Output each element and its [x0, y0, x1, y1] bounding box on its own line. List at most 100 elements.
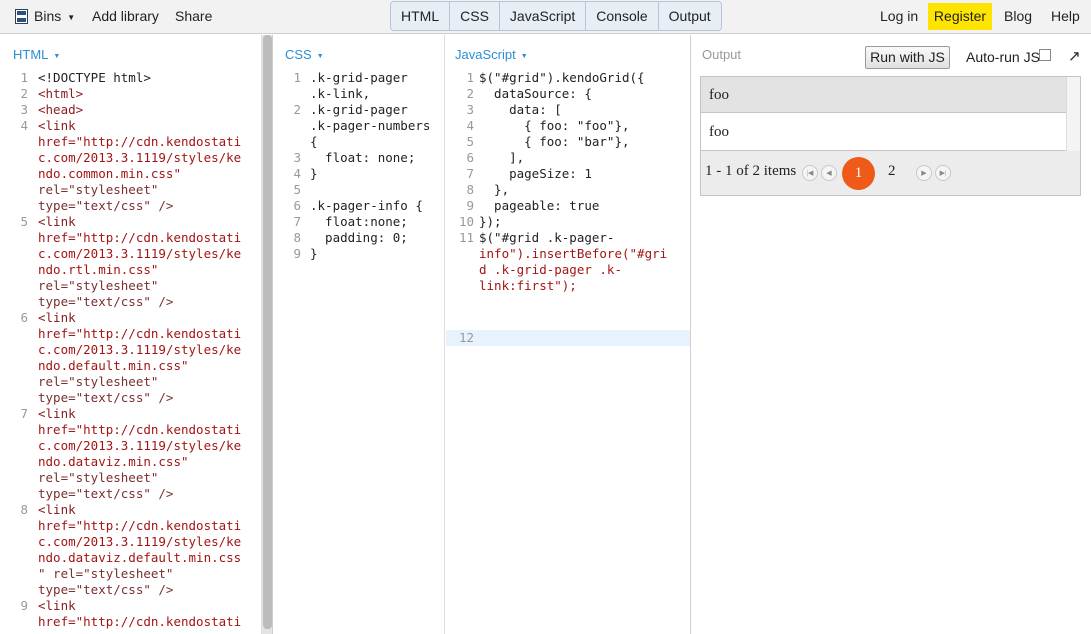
code-line: {	[310, 134, 318, 149]
code-line: d .k-grid-pager .k-	[479, 262, 622, 277]
code-line: }	[310, 166, 318, 181]
javascript-editor[interactable]: 1 2 3 4 5 6 7 8 9 10 11 12 $("#grid").ke…	[446, 70, 690, 370]
code-line: data: [	[479, 102, 562, 117]
tab-output[interactable]: Output	[658, 2, 721, 30]
line-number: 7	[293, 214, 301, 229]
code-line: rel="stylesheet"	[38, 278, 159, 293]
code-line: href="http://cdn.kendostati	[38, 614, 242, 629]
page-link[interactable]: 2	[888, 163, 896, 180]
add-library-button[interactable]: Add library	[92, 0, 159, 33]
code-line: ndo.common.min.css"	[38, 166, 181, 181]
line-number: 2	[20, 86, 28, 101]
kendo-grid: foo foo 1 - 1 of 2 items |◀ ◀ 1 2 ▶ ▶|	[700, 76, 1081, 196]
chevron-down-icon: ▼	[520, 53, 528, 60]
line-number: 1	[20, 70, 28, 85]
code-line: rel="stylesheet"	[38, 182, 159, 197]
code-line: dataSource: {	[479, 86, 592, 101]
tab-html[interactable]: HTML	[391, 2, 451, 30]
line-number: 7	[20, 406, 28, 421]
code-line: c.com/2013.3.1119/styles/ke	[38, 438, 242, 453]
chevron-down-icon: ▼	[316, 53, 324, 60]
active-line-highlight	[446, 330, 690, 346]
tab-javascript[interactable]: JavaScript	[499, 2, 587, 30]
code-line: type="text/css" />	[38, 486, 174, 501]
code-line: " rel="stylesheet"	[38, 566, 174, 581]
javascript-panel-menu[interactable]: JavaScript ▼	[455, 47, 528, 62]
line-number: 11	[458, 230, 474, 245]
html-scrollbar[interactable]	[263, 35, 272, 629]
line-number: 7	[466, 166, 474, 181]
blog-link[interactable]: Blog	[1004, 0, 1032, 33]
line-number: 5	[293, 182, 301, 197]
run-with-js-button[interactable]: Run with JS	[865, 46, 950, 69]
previous-page-icon[interactable]: ◀	[821, 165, 837, 181]
line-number: 8	[20, 502, 28, 517]
first-page-icon[interactable]: |◀	[802, 165, 818, 181]
code-line: <link	[38, 310, 76, 325]
next-page-icon[interactable]: ▶	[916, 165, 932, 181]
line-number: 12	[458, 330, 474, 345]
top-bar: Bins ▼ Add library Share HTML CSS JavaScr…	[0, 0, 1091, 34]
output-panel-title: Output	[702, 47, 742, 62]
register-button[interactable]: Register	[928, 3, 992, 30]
css-panel: CSS ▼ 1 2 3 4 5 6 7 8 9 .k-grid-pager .k-…	[273, 35, 445, 634]
code-line: padding: 0;	[310, 230, 408, 245]
line-number: 3	[20, 102, 28, 117]
chevron-down-icon: ▼	[53, 53, 61, 60]
line-number: 6	[466, 150, 474, 165]
help-link[interactable]: Help	[1051, 0, 1080, 33]
code-line: link:first");	[479, 278, 577, 293]
grid-pager: 1 - 1 of 2 items |◀ ◀ 1 2 ▶ ▶|	[701, 151, 1080, 195]
code-line: type="text/css" />	[38, 294, 174, 309]
grid-scrollbar[interactable]	[1066, 77, 1080, 151]
bins-label: Bins	[34, 8, 62, 24]
html-panel-menu[interactable]: HTML ▼	[13, 47, 60, 62]
code-line: .k-pager-numbers	[310, 118, 431, 133]
line-number: 6	[20, 310, 28, 325]
html-panel: HTML ▼ 1 2 3 4 5 6 7 8 9 <!DOCTYPE html> …	[0, 35, 262, 634]
line-number: 8	[466, 182, 474, 197]
code-line: pageSize: 1	[479, 166, 592, 181]
code-line: <head>	[38, 102, 84, 117]
pager-info: 1 - 1 of 2 items	[705, 163, 797, 179]
line-number: 2	[466, 86, 474, 101]
line-number: 9	[20, 598, 28, 613]
line-number: 1	[293, 70, 301, 85]
code-line: .k-link,	[310, 86, 371, 101]
line-number: 10	[458, 214, 474, 229]
line-number: 8	[293, 230, 301, 245]
line-number: 4	[293, 166, 301, 181]
code-line: ndo.default.min.css"	[38, 358, 189, 373]
share-button[interactable]: Share	[175, 0, 212, 33]
code-line: { foo: "foo"},	[479, 118, 630, 133]
tab-css[interactable]: CSS	[450, 2, 500, 30]
code-line: c.com/2013.3.1119/styles/ke	[38, 246, 242, 261]
css-panel-menu[interactable]: CSS ▼	[285, 47, 324, 62]
code-line: .k-grid-pager	[310, 70, 408, 85]
code-line: .k-grid-pager	[310, 102, 408, 117]
code-line: <html>	[38, 86, 84, 101]
expand-icon[interactable]: ↗	[1068, 47, 1081, 65]
line-number: 3	[293, 150, 301, 165]
login-link[interactable]: Log in	[880, 0, 918, 33]
autorun-checkbox[interactable]	[1039, 49, 1051, 61]
line-number: 3	[466, 102, 474, 117]
bins-menu[interactable]: Bins ▼	[34, 0, 75, 33]
code-line: rel="stylesheet"	[38, 374, 159, 389]
code-line: type="text/css" />	[38, 198, 174, 213]
line-number: 5	[466, 134, 474, 149]
panel-tabs: HTML CSS JavaScript Console Output	[390, 1, 722, 31]
grid-column-header[interactable]: foo	[701, 77, 1066, 113]
line-number: 4	[466, 118, 474, 133]
code-line: ndo.rtl.min.css"	[38, 262, 159, 277]
code-line: <link	[38, 598, 76, 613]
code-line: float:none;	[310, 214, 408, 229]
code-line: },	[479, 182, 510, 197]
line-number: 1	[466, 70, 474, 85]
tab-console[interactable]: Console	[586, 2, 659, 30]
last-page-icon[interactable]: ▶|	[935, 165, 951, 181]
bins-icon[interactable]	[15, 9, 28, 24]
code-line: href="http://cdn.kendostati	[38, 326, 242, 341]
line-number: 9	[466, 198, 474, 213]
code-line: href="http://cdn.kendostati	[38, 134, 242, 149]
